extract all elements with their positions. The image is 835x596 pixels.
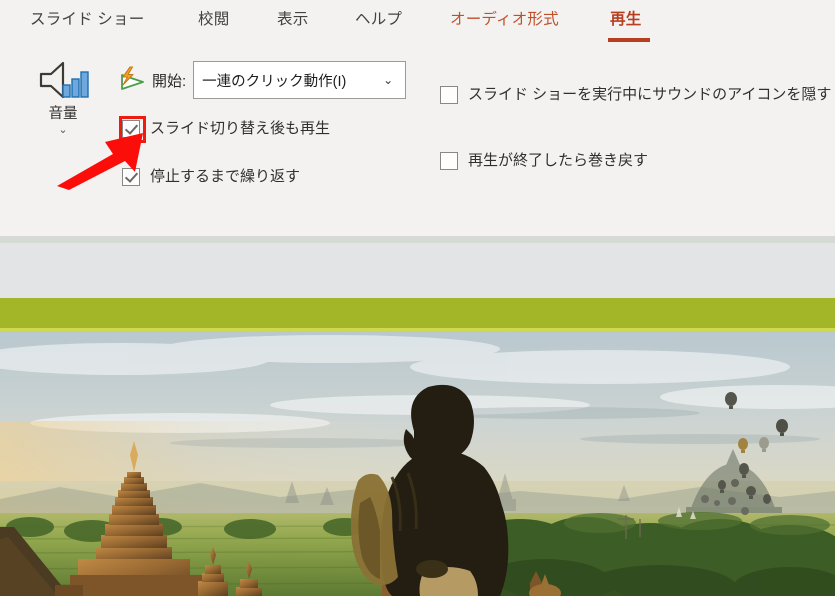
ribbon-audio-options-group: 音量 ⌄ 開始: 一連のクリック動作(I) ⌄ スライド切り替え後も再生 停止す… [0,49,835,276]
start-dropdown-value: 一連のクリック動作(I) [202,73,347,90]
rewind-after-playing-checkbox[interactable] [440,152,458,170]
start-label: 開始: [152,72,187,90]
tab-slideshow[interactable]: スライド ショー [30,8,144,32]
slide-band-green [0,298,835,328]
rewind-after-playing-label: 再生が終了したら巻き戻す [468,152,649,169]
checkbox-row-hide-during-show[interactable]: スライド ショーを実行中にサウンドのアイコンを隠す [440,85,831,105]
checkbox-row-loop-until-stopped[interactable]: 停止するまで繰り返す [122,167,300,187]
slide-photo-image [0,331,835,596]
loop-until-stopped-label: 停止するまで繰り返す [150,168,301,185]
slide-photo [0,331,835,596]
chevron-down-icon[interactable]: ⌄ [28,124,98,136]
checkbox-row-rewind-after-playing[interactable]: 再生が終了したら巻き戻す [440,151,648,171]
volume-speaker-icon [35,57,91,103]
powerpoint-window: スライド ショー 校閲 表示 ヘルプ オーディオ形式 再生 音量 ⌄ 開始: 一… [0,0,835,596]
tab-help[interactable]: ヘルプ [355,8,402,32]
volume-label: 音量 [48,106,78,122]
tab-playback[interactable]: 再生 [610,8,641,32]
chevron-down-icon[interactable]: ⌄ [383,73,393,87]
start-setting-row: 開始: 一連のクリック動作(I) ⌄ [118,61,407,99]
play-trigger-icon [118,66,148,94]
start-dropdown[interactable]: 一連のクリック動作(I) ⌄ [193,61,407,99]
play-across-slides-checkbox[interactable] [122,120,140,138]
hide-during-show-label: スライド ショーを実行中にサウンドのアイコンを隠す [468,86,832,103]
active-tab-underline [608,38,650,42]
loop-until-stopped-checkbox[interactable] [122,168,140,186]
tab-review[interactable]: 校閲 [198,8,229,32]
tab-view[interactable]: 表示 [277,8,308,32]
slide-band-gray [0,243,835,298]
volume-button[interactable]: 音量 ⌄ [28,57,98,136]
ribbon-tab-strip: スライド ショー 校閲 表示 ヘルプ オーディオ形式 再生 [0,0,835,49]
tab-audio-format[interactable]: オーディオ形式 [450,8,559,32]
play-across-slides-label: スライド切り替え後も再生 [150,120,331,137]
hide-during-show-checkbox[interactable] [440,86,458,104]
checkbox-row-play-across-slides[interactable]: スライド切り替え後も再生 [122,119,330,139]
